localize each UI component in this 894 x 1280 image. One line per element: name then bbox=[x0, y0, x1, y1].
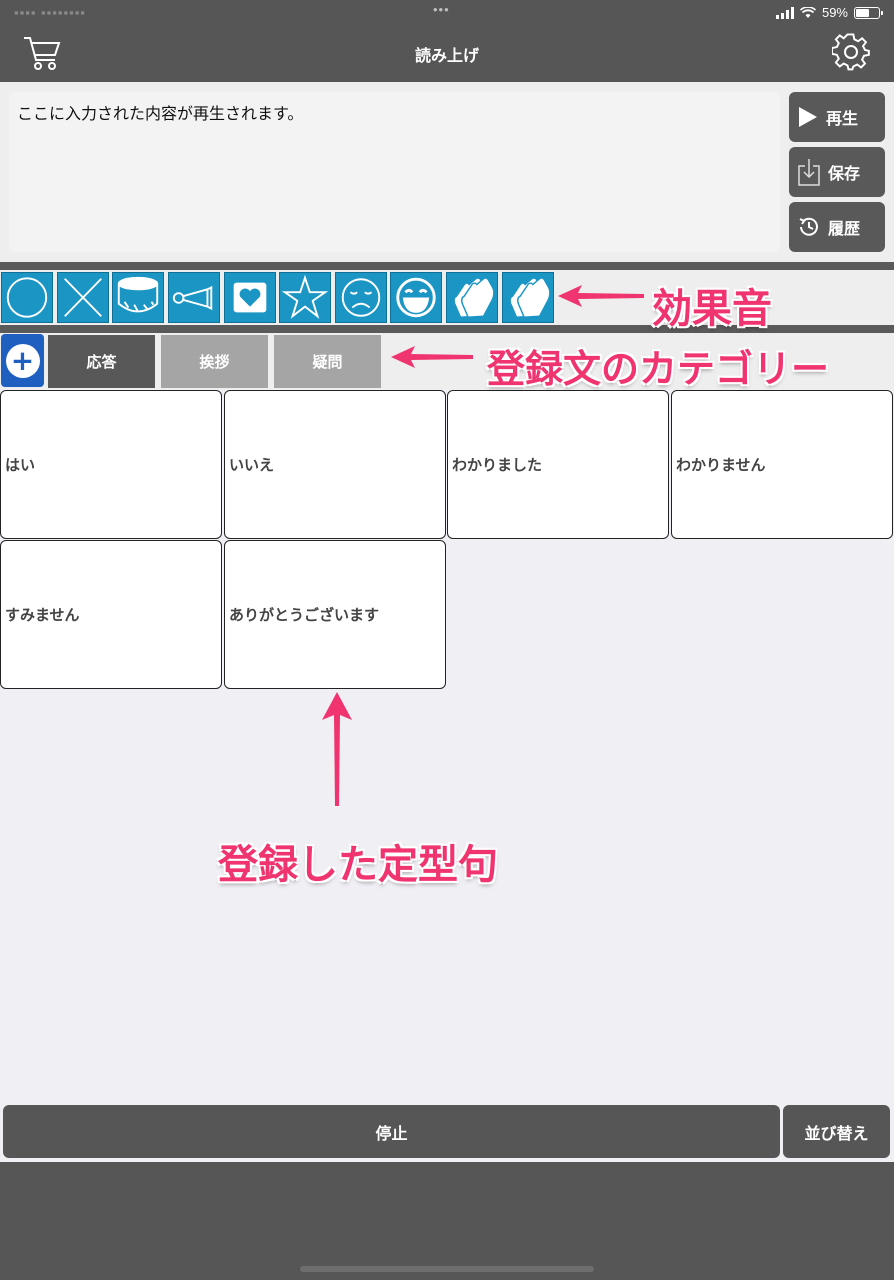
download-icon bbox=[798, 159, 820, 186]
circle-icon bbox=[6, 277, 48, 318]
horn-icon bbox=[172, 285, 213, 311]
clap-icon bbox=[509, 277, 551, 318]
annotation-arrow bbox=[558, 285, 644, 307]
sad-face-icon bbox=[341, 278, 381, 317]
page-title: 読み上げ bbox=[414, 46, 479, 65]
annotation-arrow bbox=[391, 346, 473, 368]
annotation-effects: 効果音 bbox=[652, 286, 772, 332]
save-label: 保存 bbox=[828, 164, 861, 183]
sad-effect-button[interactable] bbox=[335, 272, 387, 323]
drum-effect-button[interactable] bbox=[112, 272, 164, 323]
circle-effect-button[interactable] bbox=[1, 272, 53, 323]
play-label: 再生 bbox=[826, 109, 859, 128]
input-panel: ここに入力された内容が再生されます。 再生 保存 履歴 bbox=[0, 82, 894, 262]
history-icon bbox=[799, 217, 818, 236]
annotation-phrases: 登録した定型句 bbox=[218, 842, 498, 888]
battery-percent: 59% bbox=[821, 5, 848, 20]
tab-response[interactable]: 応答 bbox=[48, 335, 155, 388]
star-icon bbox=[281, 274, 329, 319]
save-button[interactable]: 保存 bbox=[789, 147, 885, 197]
annotation-arrow bbox=[322, 692, 352, 806]
heart-icon bbox=[233, 282, 267, 313]
clap-effect-button-2[interactable] bbox=[502, 272, 554, 323]
history-label: 履歴 bbox=[828, 219, 861, 238]
clap-icon bbox=[453, 277, 495, 318]
play-icon bbox=[799, 107, 817, 127]
cross-effect-button[interactable] bbox=[57, 272, 109, 323]
add-category-button[interactable]: + bbox=[1, 334, 44, 387]
phrase-button[interactable]: ありがとうございます bbox=[224, 540, 446, 689]
phrase-button[interactable]: いいえ bbox=[224, 390, 446, 539]
gear-icon[interactable] bbox=[832, 33, 870, 71]
divider bbox=[0, 262, 894, 270]
heart-effect-button[interactable] bbox=[224, 272, 276, 323]
status-carrier: ▪▪▪▪ ▪▪▪▪▪▪▪▪ bbox=[14, 5, 86, 20]
plus-icon: + bbox=[5, 343, 40, 378]
bottom-bar bbox=[0, 1162, 894, 1280]
horn-effect-button[interactable] bbox=[168, 272, 220, 323]
battery-icon bbox=[854, 6, 883, 19]
cross-icon bbox=[64, 278, 102, 317]
star-effect-button[interactable] bbox=[279, 272, 331, 323]
laugh-face-icon bbox=[396, 277, 436, 318]
phrase-button[interactable]: わかりました bbox=[447, 390, 669, 539]
multitask-dots[interactable]: ••• bbox=[433, 2, 450, 17]
stop-button[interactable]: 停止 bbox=[3, 1105, 780, 1158]
tab-question[interactable]: 疑問 bbox=[274, 335, 381, 388]
signal-icon bbox=[775, 6, 794, 19]
history-button[interactable]: 履歴 bbox=[789, 202, 885, 252]
laugh-effect-button[interactable] bbox=[390, 272, 442, 323]
clap-effect-button-1[interactable] bbox=[446, 272, 498, 323]
wifi-icon bbox=[799, 6, 816, 18]
speech-text-input[interactable]: ここに入力された内容が再生されます。 bbox=[9, 92, 780, 252]
annotation-categories: 登録文のカテゴリー bbox=[487, 347, 830, 391]
sort-button[interactable]: 並び替え bbox=[783, 1105, 890, 1158]
play-button[interactable]: 再生 bbox=[789, 92, 885, 142]
drum-icon bbox=[117, 276, 159, 313]
top-bar: ▪▪▪▪ ▪▪▪▪▪▪▪▪ ••• 59% 読み上げ bbox=[0, 0, 894, 82]
phrase-button[interactable]: すみません bbox=[0, 540, 222, 689]
phrase-button[interactable]: はい bbox=[0, 390, 222, 539]
status-right: 59% bbox=[775, 5, 883, 20]
home-indicator[interactable] bbox=[300, 1266, 594, 1272]
phrase-button[interactable]: わかりません bbox=[671, 390, 893, 539]
tab-greeting[interactable]: 挨拶 bbox=[161, 335, 268, 388]
